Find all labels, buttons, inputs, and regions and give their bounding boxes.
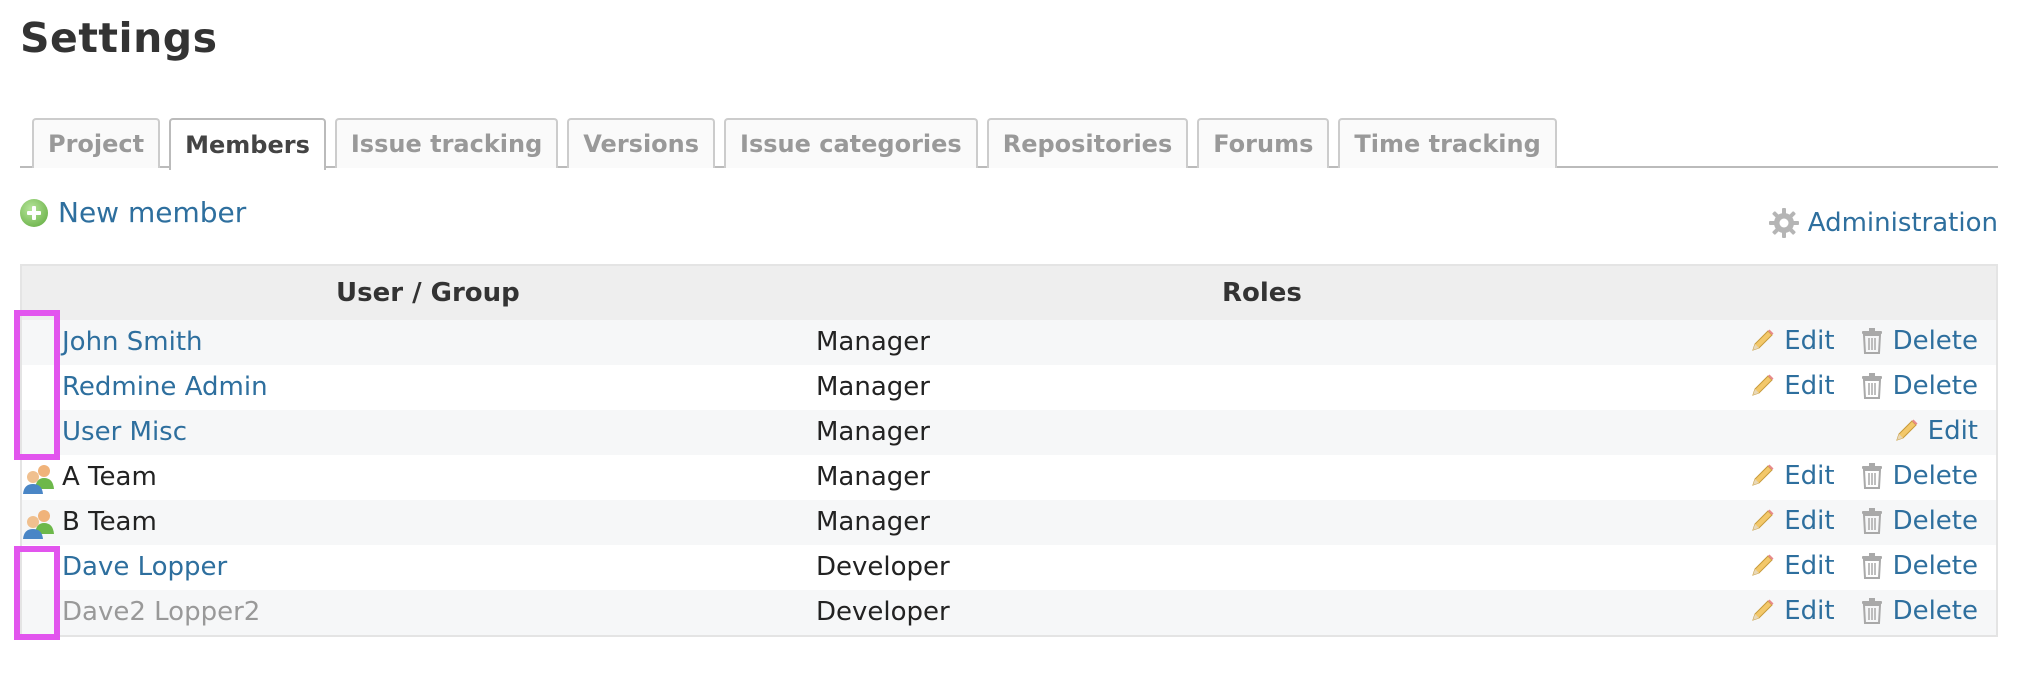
table-row: A Team Manager Edit Delete xyxy=(22,455,1996,500)
edit-link[interactable]: Edit xyxy=(1892,416,1978,446)
delete-label: Delete xyxy=(1892,551,1978,581)
delete-label: Delete xyxy=(1892,371,1978,401)
table-row: Redmine Admin Manager Edit Delete xyxy=(22,365,1996,410)
tab-versions[interactable]: Versions xyxy=(567,118,716,168)
member-name-link[interactable]: Dave Lopper xyxy=(62,552,227,582)
trash-icon xyxy=(1861,553,1882,579)
member-name: B Team xyxy=(62,507,157,537)
pencil-icon xyxy=(1895,419,1918,441)
edit-label: Edit xyxy=(1784,326,1835,356)
edit-label: Edit xyxy=(1784,461,1835,491)
table-row: B Team Manager Edit Delete xyxy=(22,500,1996,545)
trash-icon xyxy=(1861,598,1882,624)
settings-tabs: Project Members Issue tracking Versions … xyxy=(32,116,1557,170)
trash-icon xyxy=(1861,328,1882,354)
member-name: A Team xyxy=(62,462,157,492)
delete-link[interactable]: Delete xyxy=(1859,551,1978,581)
new-member-link[interactable]: New member xyxy=(20,196,246,229)
member-role: Developer xyxy=(816,552,950,582)
member-name-link[interactable]: Dave2 Lopper2 xyxy=(62,597,260,627)
edit-label: Edit xyxy=(1927,416,1978,446)
edit-link[interactable]: Edit xyxy=(1748,596,1835,626)
row-actions: Edit Delete xyxy=(1748,326,1978,356)
tab-project[interactable]: Project xyxy=(32,118,161,168)
group-icon xyxy=(23,465,54,494)
members-table: User / Group Roles John Smith Manager Ed… xyxy=(20,264,1998,637)
delete-label: Delete xyxy=(1892,461,1978,491)
edit-link[interactable]: Edit xyxy=(1748,326,1835,356)
delete-link[interactable]: Delete xyxy=(1859,461,1978,491)
edit-label: Edit xyxy=(1784,371,1835,401)
delete-link[interactable]: Delete xyxy=(1859,596,1978,626)
table-row: User Misc Manager Edit xyxy=(22,410,1996,455)
member-name-link[interactable]: User Misc xyxy=(62,417,187,447)
member-role: Developer xyxy=(816,597,950,627)
tab-issue-categories[interactable]: Issue categories xyxy=(724,118,978,168)
table-header: User / Group Roles xyxy=(22,266,1996,320)
table-row: Dave2 Lopper2 Developer Edit Delete xyxy=(22,590,1996,635)
delete-label: Delete xyxy=(1892,506,1978,536)
plus-circle-icon xyxy=(20,198,48,227)
table-row: Dave Lopper Developer Edit Delete xyxy=(22,545,1996,590)
member-role: Manager xyxy=(816,327,930,357)
pencil-icon xyxy=(1752,329,1774,351)
member-name-link[interactable]: John Smith xyxy=(62,327,203,357)
pencil-icon xyxy=(1752,374,1774,396)
trash-icon xyxy=(1861,508,1882,534)
row-actions: Edit xyxy=(1892,416,1978,446)
pencil-icon xyxy=(1752,464,1774,486)
column-header-user-group: User / Group xyxy=(336,278,520,308)
edit-label: Edit xyxy=(1784,551,1835,581)
highlight-box xyxy=(14,310,60,460)
tab-members[interactable]: Members xyxy=(169,118,326,170)
member-role: Manager xyxy=(816,372,930,402)
trash-icon xyxy=(1861,463,1882,489)
row-actions: Edit Delete xyxy=(1748,596,1978,626)
edit-link[interactable]: Edit xyxy=(1748,461,1835,491)
row-actions: Edit Delete xyxy=(1748,371,1978,401)
settings-page: Settings Project Members Issue tracking … xyxy=(0,0,2018,680)
edit-link[interactable]: Edit xyxy=(1748,506,1835,536)
group-icon xyxy=(23,510,54,539)
table-row: John Smith Manager Edit Delete xyxy=(22,320,1996,365)
member-role: Manager xyxy=(816,462,930,492)
tab-time-tracking[interactable]: Time tracking xyxy=(1338,118,1557,168)
edit-label: Edit xyxy=(1784,596,1835,626)
administration-link[interactable]: Administration xyxy=(1768,207,1998,239)
pencil-icon xyxy=(1752,554,1774,576)
highlight-box xyxy=(14,546,60,640)
pencil-icon xyxy=(1752,509,1774,531)
column-header-roles: Roles xyxy=(1222,278,1302,308)
administration-label: Administration xyxy=(1807,208,1998,238)
edit-link[interactable]: Edit xyxy=(1748,551,1835,581)
page-title: Settings xyxy=(20,14,218,62)
member-role: Manager xyxy=(816,417,930,447)
tab-issue-tracking[interactable]: Issue tracking xyxy=(334,118,559,168)
gear-icon xyxy=(1768,208,1799,238)
delete-label: Delete xyxy=(1892,596,1978,626)
pencil-icon xyxy=(1752,599,1774,621)
delete-link[interactable]: Delete xyxy=(1859,371,1978,401)
delete-label: Delete xyxy=(1892,326,1978,356)
tab-repositories[interactable]: Repositories xyxy=(986,118,1189,168)
trash-icon xyxy=(1861,373,1882,399)
delete-link[interactable]: Delete xyxy=(1859,506,1978,536)
tab-forums[interactable]: Forums xyxy=(1197,118,1330,168)
edit-link[interactable]: Edit xyxy=(1748,371,1835,401)
member-role: Manager xyxy=(816,507,930,537)
member-name-link[interactable]: Redmine Admin xyxy=(62,372,268,402)
row-actions: Edit Delete xyxy=(1748,461,1978,491)
delete-link[interactable]: Delete xyxy=(1859,326,1978,356)
row-actions: Edit Delete xyxy=(1748,551,1978,581)
new-member-label: New member xyxy=(58,196,247,229)
row-actions: Edit Delete xyxy=(1748,506,1978,536)
edit-label: Edit xyxy=(1784,506,1835,536)
